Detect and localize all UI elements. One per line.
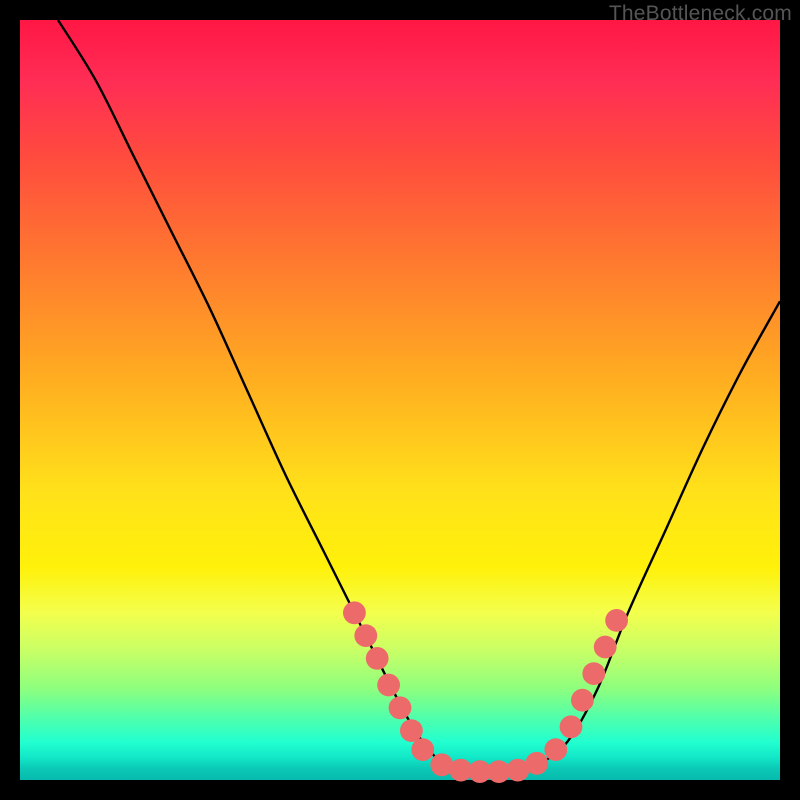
highlight-dot <box>544 738 567 761</box>
outer-frame: TheBottleneck.com <box>0 0 800 800</box>
highlight-dot <box>571 689 594 712</box>
curve-layer <box>58 20 780 773</box>
plot-area <box>20 20 780 780</box>
highlight-dot <box>605 609 628 632</box>
highlight-dot <box>411 738 434 761</box>
highlight-dot <box>525 752 548 775</box>
highlight-dot <box>594 636 617 659</box>
highlight-dot <box>560 715 583 738</box>
highlight-dot <box>377 674 400 697</box>
bottleneck-curve-path <box>58 20 780 773</box>
highlight-dot <box>343 601 366 624</box>
watermark-text: TheBottleneck.com <box>609 2 792 26</box>
highlight-dot <box>582 662 605 685</box>
highlight-dot <box>366 647 389 670</box>
highlight-dot <box>354 624 377 647</box>
highlight-dot <box>400 719 423 742</box>
highlight-dot <box>389 696 412 719</box>
chart-svg <box>20 20 780 780</box>
highlight-dots-layer <box>343 601 628 783</box>
